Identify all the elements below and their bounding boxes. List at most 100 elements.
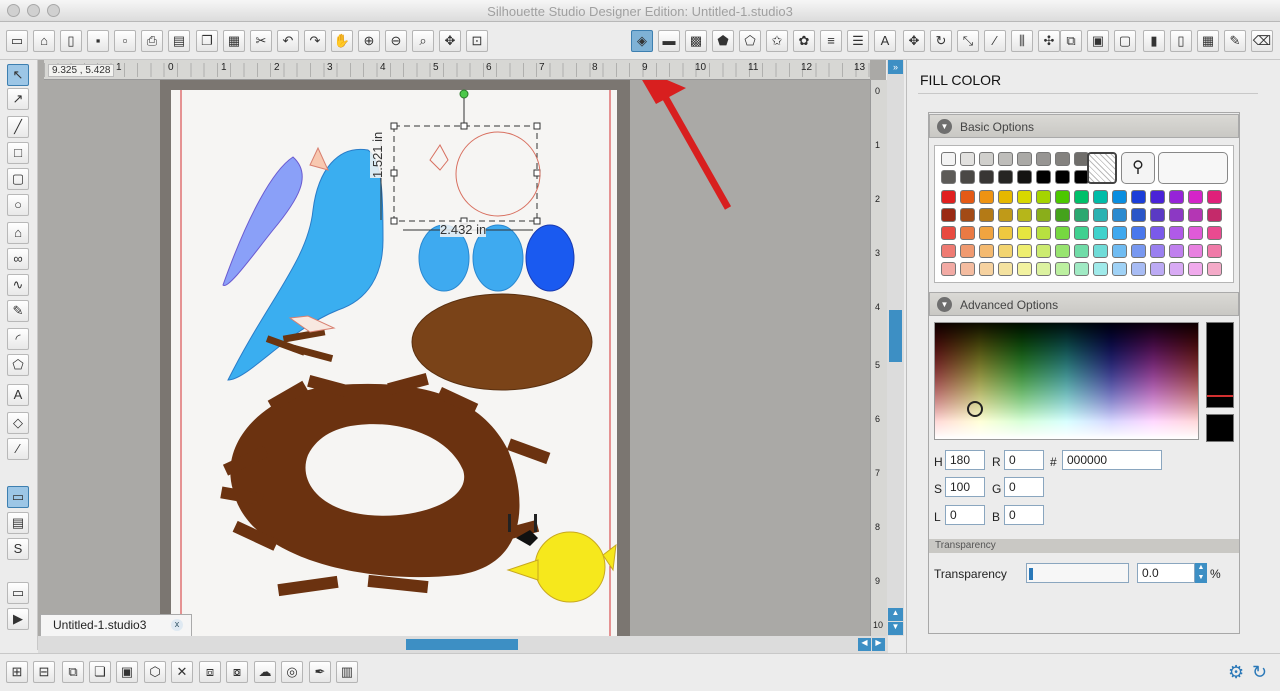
- color-swatch[interactable]: [941, 262, 956, 276]
- close-tab-icon[interactable]: x: [171, 619, 183, 631]
- color-swatch[interactable]: [960, 226, 975, 240]
- star-button[interactable]: ✩: [766, 30, 788, 52]
- color-swatch[interactable]: [1055, 170, 1070, 184]
- color-swatch[interactable]: [1207, 262, 1222, 276]
- library-tool[interactable]: ▤: [7, 512, 29, 534]
- color-swatch[interactable]: [1150, 226, 1165, 240]
- ungroup-button[interactable]: ⊟: [33, 661, 55, 683]
- color-swatch[interactable]: [1036, 190, 1051, 204]
- zoom-in-button[interactable]: ⊕: [358, 30, 380, 52]
- color-swatch[interactable]: [1131, 190, 1146, 204]
- color-swatch[interactable]: [979, 152, 994, 166]
- color-swatch[interactable]: [1150, 190, 1165, 204]
- knife-button[interactable]: ⁄: [984, 30, 1006, 52]
- color-swatch[interactable]: [1093, 262, 1108, 276]
- replicate-button[interactable]: ✿: [793, 30, 815, 52]
- edit-points-tool[interactable]: ↗: [7, 88, 29, 110]
- shadow-button[interactable]: ⬟: [712, 30, 734, 52]
- color-swatch[interactable]: [1074, 226, 1089, 240]
- color-swatch[interactable]: [1112, 226, 1127, 240]
- color-swatch[interactable]: [1036, 262, 1051, 276]
- color-swatch[interactable]: [1207, 208, 1222, 222]
- layers-button[interactable]: ▥: [336, 661, 358, 683]
- fill-pattern-button[interactable]: ▩: [685, 30, 707, 52]
- line-style-button[interactable]: ≡: [820, 30, 842, 52]
- cut-button[interactable]: ✂: [250, 30, 272, 52]
- color-swatch[interactable]: [1055, 226, 1070, 240]
- color-swatch[interactable]: [941, 208, 956, 222]
- color-swatch[interactable]: [1017, 190, 1032, 204]
- eraser-tool[interactable]: ◇: [7, 412, 29, 434]
- zoom-drag-button[interactable]: ✥: [439, 30, 461, 52]
- make-compound-button[interactable]: ⧉: [62, 661, 84, 683]
- red-field[interactable]: 0: [1004, 450, 1044, 470]
- smooth-freehand-tool[interactable]: ✎: [7, 300, 29, 322]
- color-swatch[interactable]: [1169, 226, 1184, 240]
- copy-button[interactable]: ❐: [196, 30, 218, 52]
- arc-tool[interactable]: ◜: [7, 328, 29, 350]
- color-swatch[interactable]: [1074, 190, 1089, 204]
- color-swatch[interactable]: [1055, 190, 1070, 204]
- lightness-field[interactable]: 0: [945, 505, 985, 525]
- color-swatch[interactable]: [941, 244, 956, 258]
- window-tool[interactable]: ▭: [7, 582, 29, 604]
- delete-button[interactable]: ✕: [171, 661, 193, 683]
- template-button[interactable]: ▯: [60, 30, 82, 52]
- color-swatch[interactable]: [1093, 208, 1108, 222]
- vertical-scroll-thumb[interactable]: [889, 310, 902, 362]
- ellipse-tool[interactable]: ○: [7, 194, 29, 216]
- color-swatch[interactable]: [1188, 244, 1203, 258]
- color-swatch[interactable]: [1017, 226, 1032, 240]
- store-tool[interactable]: S: [7, 538, 29, 560]
- blue-field[interactable]: 0: [1004, 505, 1044, 525]
- color-swatch[interactable]: [1017, 262, 1032, 276]
- color-swatch[interactable]: [1131, 244, 1146, 258]
- color-swatch[interactable]: [1112, 262, 1127, 276]
- paste-button[interactable]: ▦: [223, 30, 245, 52]
- polygon-button[interactable]: ⬠: [739, 30, 761, 52]
- color-swatch[interactable]: [1207, 190, 1222, 204]
- color-swatch[interactable]: [1093, 190, 1108, 204]
- advanced-options-header[interactable]: ▼ Advanced Options: [929, 292, 1239, 316]
- color-swatch[interactable]: [979, 262, 994, 276]
- color-swatch[interactable]: [998, 226, 1013, 240]
- color-swatch[interactable]: [1074, 244, 1089, 258]
- color-swatch[interactable]: [1150, 244, 1165, 258]
- select-tool[interactable]: ↖: [7, 64, 29, 86]
- color-swatch[interactable]: [1036, 244, 1051, 258]
- rotate-button[interactable]: ↻: [930, 30, 952, 52]
- color-swatch[interactable]: [960, 262, 975, 276]
- document-tab[interactable]: Untitled-1.studio3 x: [40, 614, 192, 636]
- color-swatch[interactable]: [1112, 208, 1127, 222]
- color-swatch[interactable]: [1150, 262, 1165, 276]
- save-to-sd-button[interactable]: ▫: [114, 30, 136, 52]
- redo-button[interactable]: ↷: [304, 30, 326, 52]
- rounded-rectangle-tool[interactable]: ▢: [7, 168, 29, 190]
- color-swatch[interactable]: [1074, 262, 1089, 276]
- color-swatch[interactable]: [1093, 226, 1108, 240]
- color-swatch[interactable]: [998, 170, 1013, 184]
- color-swatch[interactable]: [979, 244, 994, 258]
- trace-button[interactable]: ☁: [254, 661, 276, 683]
- bring-front-button[interactable]: ▣: [116, 661, 138, 683]
- color-swatch[interactable]: [1112, 244, 1127, 258]
- freehand-tool[interactable]: ∿: [7, 274, 29, 296]
- offset-bottom-button[interactable]: ◎: [281, 661, 303, 683]
- horizontal-scroll-thumb[interactable]: [406, 639, 518, 650]
- color-swatch[interactable]: [1169, 262, 1184, 276]
- save-button[interactable]: ▪: [87, 30, 109, 52]
- color-swatch[interactable]: [1112, 190, 1127, 204]
- curve-tool[interactable]: ∞: [7, 248, 29, 270]
- color-swatch[interactable]: [1188, 262, 1203, 276]
- weld-button[interactable]: ✣: [1038, 30, 1060, 52]
- color-swatch[interactable]: [979, 190, 994, 204]
- color-swatch[interactable]: [960, 244, 975, 258]
- pen-settings-button[interactable]: ✒: [309, 661, 331, 683]
- undo-button[interactable]: ↶: [277, 30, 299, 52]
- panel-collapse-button[interactable]: »: [888, 60, 903, 74]
- color-swatch[interactable]: [1093, 244, 1108, 258]
- library-button[interactable]: ▣: [1087, 30, 1109, 52]
- color-swatch[interactable]: [1055, 208, 1070, 222]
- color-swatch[interactable]: [1036, 226, 1051, 240]
- color-swatch[interactable]: [1188, 190, 1203, 204]
